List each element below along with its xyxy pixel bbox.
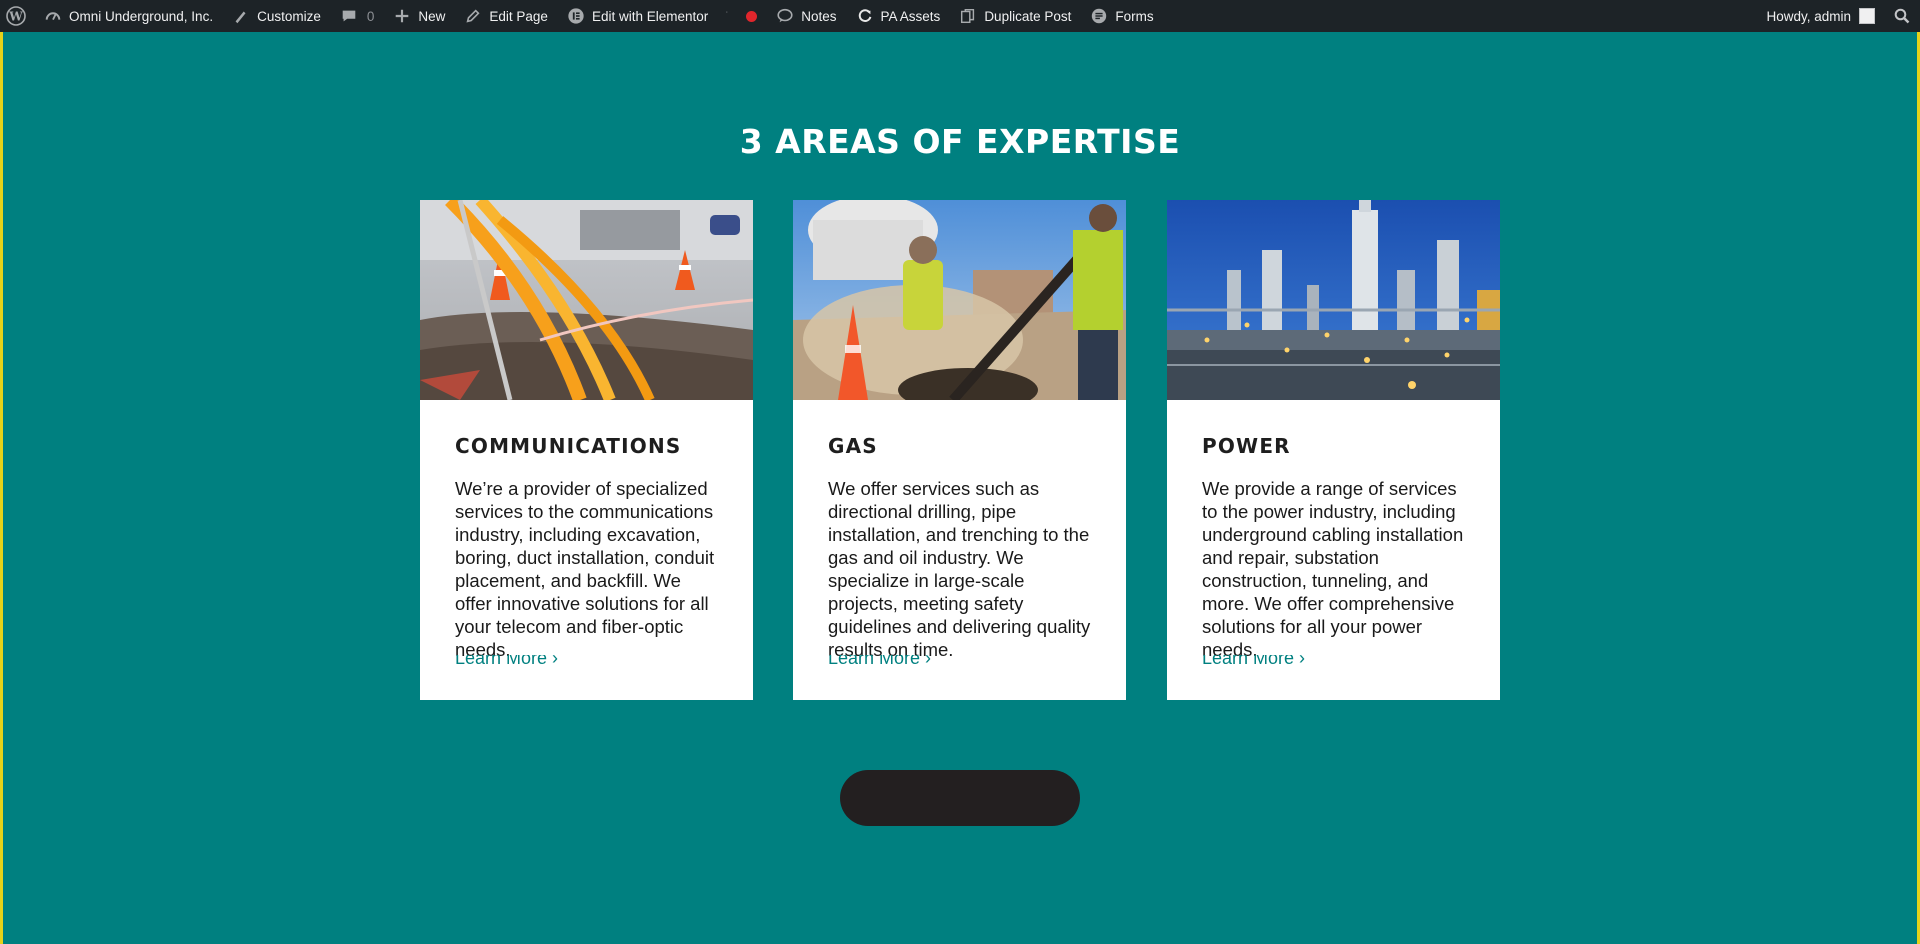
card-body: POWER We provide a range of services to … [1167, 434, 1500, 661]
card-title: GAS [828, 434, 878, 458]
pa-assets-link[interactable]: PA Assets [846, 0, 950, 32]
edit-page-label: Edit Page [489, 8, 548, 24]
learn-more-label: Learn More › [455, 655, 559, 668]
power-image [1167, 200, 1500, 400]
wordpress-logo-icon[interactable]: W [0, 0, 34, 32]
howdy-label: Howdy, admin [1766, 8, 1851, 24]
pa-assets-label: PA Assets [880, 8, 941, 24]
card-communications: COMMUNICATIONS We’re a provider of speci… [420, 200, 753, 700]
card-text: We provide a range of services to the po… [1202, 478, 1464, 660]
speech-bubble-icon [775, 6, 795, 26]
customize-label: Customize [257, 8, 321, 24]
edit-with-elementor-link[interactable]: Edit with Elementor [557, 0, 717, 32]
notes-link[interactable]: Notes [766, 0, 845, 32]
brush-icon [231, 6, 251, 26]
search-toggle[interactable] [1884, 0, 1920, 32]
forms-link[interactable]: Forms [1080, 0, 1162, 32]
card-body: COMMUNICATIONS We’re a provider of speci… [420, 434, 753, 661]
card-title: POWER [1202, 434, 1291, 458]
page-edge-left [0, 32, 3, 944]
customize-link[interactable]: Customize [222, 0, 330, 32]
edit-elementor-label: Edit with Elementor [591, 8, 709, 24]
card-text: We offer services such as directional dr… [828, 478, 1091, 660]
card-gas: GAS We offer services such as directiona… [793, 200, 1126, 700]
card-power: POWER We provide a range of services to … [1167, 200, 1500, 700]
notes-label: Notes [801, 8, 837, 24]
comments-count: 0 [366, 8, 375, 24]
learn-more-label: Learn More › [1202, 655, 1306, 668]
section-title: 3 AREAS OF EXPERTISE [739, 122, 1181, 161]
dashboard-icon [43, 6, 63, 26]
copy-icon [958, 6, 978, 26]
plus-icon [392, 6, 412, 26]
forms-icon [1089, 6, 1109, 26]
refresh-icon [855, 6, 875, 26]
forms-label: Forms [1115, 8, 1154, 24]
card-title: COMMUNICATIONS [455, 434, 682, 458]
cta-button[interactable] [840, 770, 1080, 826]
pencil-icon [463, 6, 483, 26]
learn-more-label: Learn More › [828, 655, 932, 668]
my-account-menu[interactable]: Howdy, admin [1757, 0, 1884, 32]
new-content-menu[interactable]: New [383, 0, 454, 32]
learn-more-link[interactable]: Learn More › [1202, 655, 1305, 669]
site-name-menu[interactable]: Omni Underground, Inc. [34, 0, 222, 32]
comment-bubble-icon [339, 6, 359, 26]
new-label: New [418, 8, 446, 24]
elementor-icon [566, 6, 586, 26]
site-name-label: Omni Underground, Inc. [69, 8, 214, 24]
card-body: GAS We offer services such as directiona… [793, 434, 1126, 661]
svg-text:W: W [8, 10, 23, 24]
recording-indicator[interactable] [737, 0, 766, 32]
comments-link[interactable]: 0 [330, 0, 384, 32]
edit-page-link[interactable]: Edit Page [454, 0, 557, 32]
elementor-dropdown-icon[interactable]: ˙ [717, 0, 737, 32]
avatar [1859, 8, 1875, 24]
search-icon [1894, 8, 1910, 24]
admin-bar: W Omni Underground, Inc. Customize 0 New… [0, 0, 1920, 32]
card-text: We’re a provider of specialized services… [455, 478, 715, 660]
learn-more-link[interactable]: Learn More › [455, 655, 558, 669]
record-dot-icon [746, 10, 758, 22]
learn-more-link[interactable]: Learn More › [828, 655, 931, 669]
duplicate-post-label: Duplicate Post [984, 8, 1072, 24]
gas-image [793, 200, 1126, 400]
duplicate-post-link[interactable]: Duplicate Post [949, 0, 1080, 32]
communications-image [420, 200, 753, 400]
